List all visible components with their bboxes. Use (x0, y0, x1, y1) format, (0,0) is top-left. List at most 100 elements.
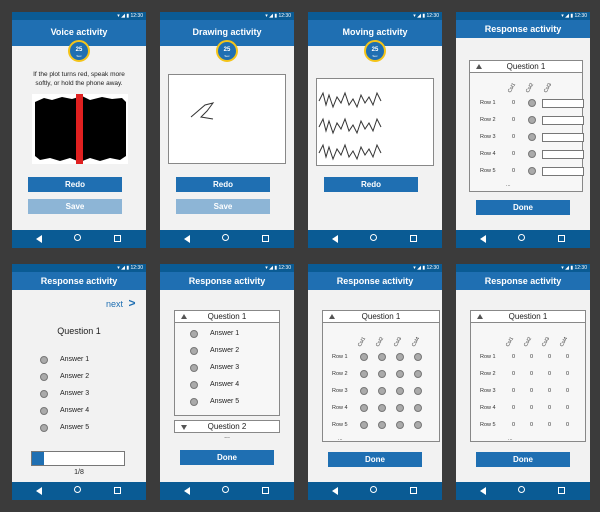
cell-value: 0 (566, 388, 570, 394)
radio-button[interactable] (190, 330, 198, 338)
radio-button[interactable] (360, 353, 368, 361)
row-label: Row 4 (480, 151, 496, 157)
recent-apps-icon[interactable] (410, 487, 417, 494)
app-bar: Response activity (160, 272, 294, 290)
radio-button[interactable] (40, 356, 48, 364)
home-icon[interactable] (370, 486, 377, 493)
radio-button[interactable] (528, 150, 536, 158)
radio-button[interactable] (190, 364, 198, 372)
back-icon[interactable] (480, 235, 486, 243)
radio-button[interactable] (414, 370, 422, 378)
recent-apps-icon[interactable] (410, 235, 417, 242)
home-icon[interactable] (518, 234, 525, 241)
text-field[interactable] (542, 116, 584, 125)
question-header[interactable]: Question 1 (469, 60, 583, 73)
radio-button[interactable] (528, 99, 536, 107)
done-button[interactable]: Done (476, 200, 570, 215)
text-field[interactable] (542, 99, 584, 108)
home-icon[interactable] (74, 486, 81, 493)
recent-apps-icon[interactable] (558, 487, 565, 494)
question-header-2[interactable]: Question 2 (174, 420, 280, 433)
redo-button[interactable]: Redo (176, 177, 270, 192)
question-header[interactable]: Question 1 (470, 310, 586, 323)
radio-button[interactable] (414, 421, 422, 429)
answer-label: Answer 4 (60, 407, 90, 414)
radio-button[interactable] (360, 387, 368, 395)
question-title: Question 1 (361, 312, 401, 321)
save-button[interactable]: Save (28, 199, 122, 214)
home-icon[interactable] (518, 486, 525, 493)
recent-apps-icon[interactable] (262, 487, 269, 494)
next-link[interactable]: next > (106, 296, 136, 310)
radio-button[interactable] (414, 353, 422, 361)
row-value: 0 (512, 100, 516, 106)
redo-button[interactable]: Redo (324, 177, 418, 192)
back-icon[interactable] (184, 487, 190, 495)
home-icon[interactable] (370, 234, 377, 241)
question-header-1[interactable]: Question 1 (174, 310, 280, 323)
recent-apps-icon[interactable] (114, 235, 121, 242)
radio-button[interactable] (190, 347, 198, 355)
home-icon[interactable] (222, 486, 229, 493)
voice-plot (32, 94, 128, 164)
radio-button[interactable] (396, 421, 404, 429)
text-field[interactable] (542, 167, 584, 176)
radio-button[interactable] (40, 407, 48, 415)
question-header[interactable]: Question 1 (322, 310, 440, 323)
save-button[interactable]: Save (176, 199, 270, 214)
radio-button[interactable] (396, 353, 404, 361)
radio-button[interactable] (528, 167, 536, 175)
status-bar: ▾ ◢ ▮ 12:30 (456, 264, 590, 272)
status-icons: ▾ ◢ ▮ (561, 265, 574, 271)
back-icon[interactable] (36, 235, 42, 243)
radio-button[interactable] (190, 381, 198, 389)
back-icon[interactable] (36, 487, 42, 495)
radio-button[interactable] (396, 404, 404, 412)
radio-button[interactable] (414, 404, 422, 412)
radio-button[interactable] (190, 398, 198, 406)
radio-button[interactable] (378, 387, 386, 395)
radio-button[interactable] (40, 424, 48, 432)
home-icon[interactable] (74, 234, 81, 241)
recent-apps-icon[interactable] (262, 235, 269, 242)
home-icon[interactable] (222, 234, 229, 241)
recent-apps-icon[interactable] (558, 235, 565, 242)
done-button[interactable]: Done (476, 452, 570, 467)
status-bar: ▾ ◢ ▮ 12:30 (308, 12, 442, 20)
text-field[interactable] (542, 133, 584, 142)
answer-label: Answer 1 (60, 356, 90, 363)
radio-button[interactable] (528, 133, 536, 141)
status-time: 12:30 (426, 265, 439, 271)
radio-button[interactable] (378, 353, 386, 361)
radio-button[interactable] (378, 370, 386, 378)
cell-value: 0 (512, 354, 516, 360)
status-icons: ▾ ◢ ▮ (117, 13, 130, 19)
back-icon[interactable] (332, 487, 338, 495)
radio-button[interactable] (378, 404, 386, 412)
radio-button[interactable] (360, 404, 368, 412)
done-button[interactable]: Done (180, 450, 274, 465)
radio-button[interactable] (414, 387, 422, 395)
radio-button[interactable] (40, 373, 48, 381)
cell-value: 0 (566, 405, 570, 411)
cell-value: 0 (566, 422, 570, 428)
text-field[interactable] (542, 150, 584, 159)
drawing-canvas[interactable] (168, 74, 286, 164)
radio-button[interactable] (378, 421, 386, 429)
motion-waveforms (318, 91, 382, 161)
back-icon[interactable] (480, 487, 486, 495)
row-label: Row 5 (480, 422, 496, 428)
back-icon[interactable] (332, 235, 338, 243)
radio-button[interactable] (528, 116, 536, 124)
radio-button[interactable] (40, 390, 48, 398)
radio-button[interactable] (360, 370, 368, 378)
done-button[interactable]: Done (328, 452, 422, 467)
redo-button[interactable]: Redo (28, 177, 122, 192)
back-icon[interactable] (184, 235, 190, 243)
radio-button[interactable] (396, 387, 404, 395)
recent-apps-icon[interactable] (114, 487, 121, 494)
page-title: Response activity (40, 276, 118, 286)
radio-button[interactable] (360, 421, 368, 429)
status-bar: ▾ ◢ ▮ 12:30 (160, 264, 294, 272)
radio-button[interactable] (396, 370, 404, 378)
